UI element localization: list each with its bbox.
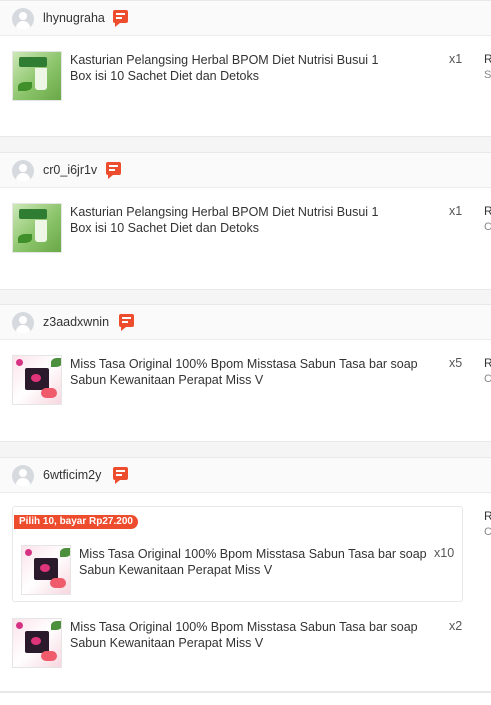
product-name[interactable]: Miss Tasa Original 100% Bpom Misstasa Sa…: [79, 546, 434, 578]
order-header: 6wtficim2y: [0, 458, 491, 493]
order-card: cr0_i6jr1v Kasturian Pelangsing Herbal B…: [0, 152, 491, 290]
buyer-username[interactable]: 6wtficim2y: [43, 468, 101, 482]
order-header: cr0_i6jr1v: [0, 153, 491, 188]
chat-icon[interactable]: [106, 162, 121, 179]
product-thumbnail[interactable]: [12, 355, 62, 405]
next-order-card: [0, 692, 491, 705]
product-thumbnail[interactable]: [12, 203, 62, 253]
product-thumbnail[interactable]: [21, 545, 71, 595]
user-avatar-icon: [12, 8, 34, 30]
product-quantity: x2: [449, 619, 463, 633]
order-card: z3aadxwnin Miss Tasa Original 100% Bpom …: [0, 304, 491, 442]
order-amount: R: [484, 52, 491, 66]
user-avatar-icon: [12, 465, 34, 487]
order-item[interactable]: Kasturian Pelangsing Herbal BPOM Diet Nu…: [12, 51, 491, 101]
buyer-username[interactable]: z3aadxwnin: [43, 315, 109, 329]
user-avatar-icon: [12, 160, 34, 182]
product-quantity: x1: [449, 204, 463, 218]
order-payment-method: C: [484, 221, 491, 233]
product-name[interactable]: Kasturian Pelangsing Herbal BPOM Diet Nu…: [70, 52, 385, 84]
product-name[interactable]: Kasturian Pelangsing Herbal BPOM Diet Nu…: [70, 204, 385, 236]
product-name[interactable]: Miss Tasa Original 100% Bpom Misstasa Sa…: [70, 356, 448, 388]
product-quantity: x1: [449, 52, 463, 66]
order-payment-method: C: [484, 373, 491, 385]
chat-icon[interactable]: [113, 10, 128, 27]
order-item[interactable]: Miss Tasa Original 100% Bpom Misstasa Sa…: [12, 618, 491, 668]
bundle-deal-badge: Pilih 10, bayar Rp27.200: [14, 515, 138, 529]
user-avatar-icon: [12, 312, 34, 334]
chat-icon[interactable]: [119, 314, 134, 331]
order-amount: R: [484, 509, 491, 523]
buyer-username[interactable]: cr0_i6jr1v: [43, 163, 97, 177]
product-thumbnail[interactable]: [12, 618, 62, 668]
order-card: lhynugraha Kasturian Pelangsing Herbal B…: [0, 0, 491, 137]
order-item[interactable]: Miss Tasa Original 100% Bpom Misstasa Sa…: [12, 355, 491, 405]
product-thumbnail[interactable]: [12, 51, 62, 101]
bundle-item[interactable]: Miss Tasa Original 100% Bpom Misstasa Sa…: [21, 545, 462, 595]
order-payment-method: C: [484, 526, 491, 538]
order-item[interactable]: Kasturian Pelangsing Herbal BPOM Diet Nu…: [12, 203, 491, 253]
bundle-deal-box: Pilih 10, bayar Rp27.200 Miss Tasa Origi…: [12, 506, 463, 602]
order-header: z3aadxwnin: [0, 305, 491, 340]
buyer-username[interactable]: lhynugraha: [43, 11, 105, 25]
order-amount: R: [484, 204, 491, 218]
order-amount: R: [484, 356, 491, 370]
order-payment-method: S: [484, 69, 491, 81]
order-header: lhynugraha: [0, 1, 491, 36]
product-quantity: x5: [449, 356, 463, 370]
product-name[interactable]: Miss Tasa Original 100% Bpom Misstasa Sa…: [70, 619, 448, 651]
product-quantity: x10: [434, 546, 455, 560]
chat-icon[interactable]: [113, 467, 128, 484]
